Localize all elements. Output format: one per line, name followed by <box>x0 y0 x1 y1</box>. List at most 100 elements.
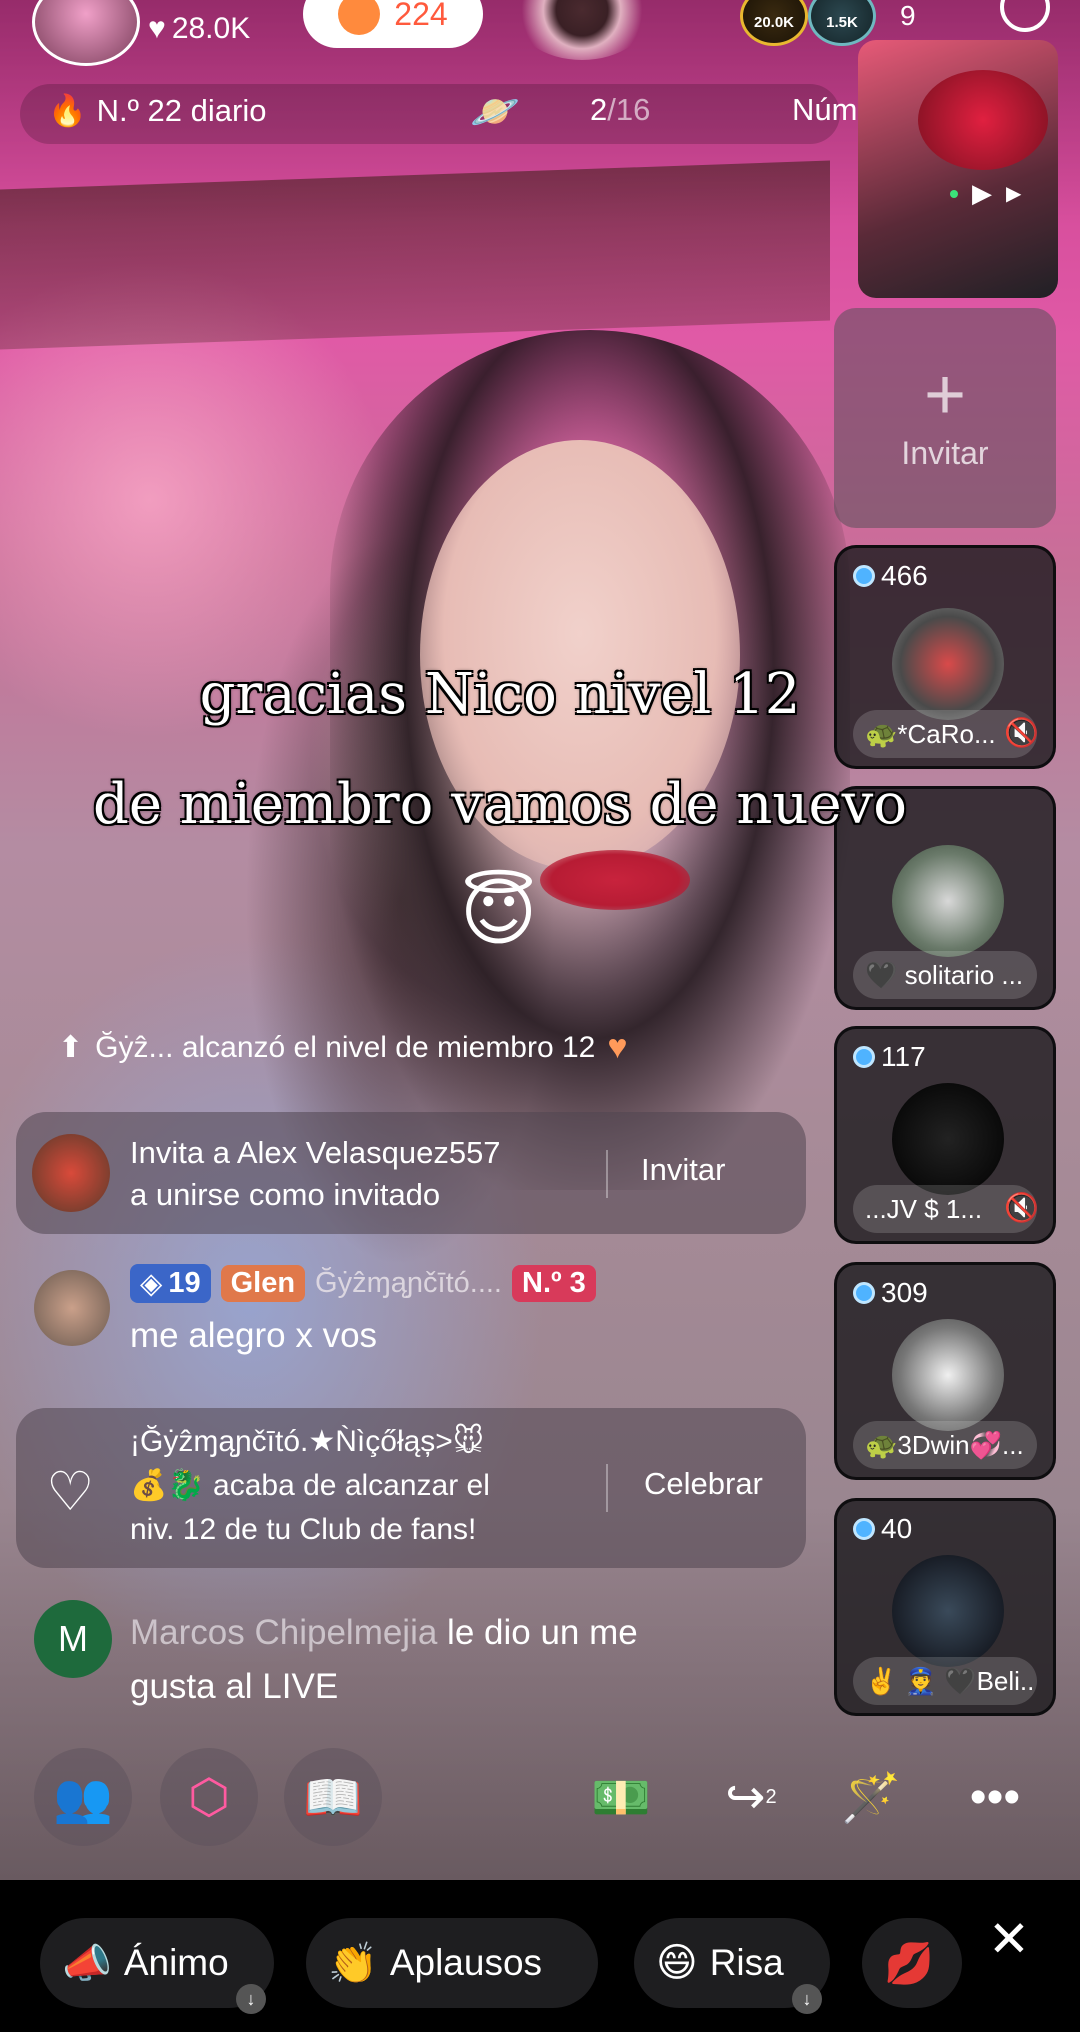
planet-icon[interactable]: 🪐 <box>470 88 520 135</box>
suggested-user-avatar[interactable] <box>32 1134 110 1212</box>
people-icon[interactable]: 👥 <box>34 1748 132 1846</box>
close-icon[interactable]: ✕ <box>988 1910 1030 1968</box>
daily-rank[interactable]: 🔥 N.º 22 diario <box>48 92 266 129</box>
page-current: 2 <box>590 92 608 127</box>
flame-icon: 🔥 <box>48 93 87 128</box>
magic-wand-icon[interactable]: 🪄 <box>822 1748 920 1846</box>
level-badge[interactable]: ◈ 19 <box>130 1264 211 1303</box>
fan-club-badge[interactable]: Glen <box>220 1265 306 1302</box>
top-viewer-badge-2[interactable]: 1.5K <box>808 0 876 46</box>
diamond-icon <box>853 565 875 587</box>
live-dot-icon <box>950 189 958 198</box>
guest-score-value: 117 <box>881 1041 926 1072</box>
chat-username[interactable]: Ğẏẑɱąɲčītó.... <box>315 1267 502 1300</box>
reaction-label: Risa <box>709 1942 784 1983</box>
action-row: 👥 ⬡ 📖 💵 ↪ 2 🪄 ••• <box>0 1748 1080 1848</box>
like-notice: Marcos Chipelmejia le dio un me gusta al… <box>130 1606 638 1714</box>
top-viewer-score-2: 1.5K <box>826 14 858 31</box>
mic-off-icon: 🔇 <box>1004 1192 1039 1223</box>
chat-meta: ◈ 19 Glen Ğẏẑɱąɲčītó.... N.º 3 <box>130 1264 596 1303</box>
pip-heart-decoration <box>918 70 1048 170</box>
guest-tile-4[interactable]: 309 🐢3Dwin💞... <box>834 1262 1056 1480</box>
rank-badge[interactable]: N.º 3 <box>512 1265 596 1302</box>
diamond-icon <box>853 1046 875 1068</box>
level-value: 19 <box>168 1267 201 1299</box>
like-user-avatar[interactable]: M <box>34 1600 112 1678</box>
fan-club-card: ♡ ¡Ğẏẑɱąɲčītó.★Ǹìçőłąș>🐭 💰🐉 acaba de alc… <box>16 1408 806 1568</box>
page-total: /16 <box>607 92 651 127</box>
play-icon[interactable]: ▶ <box>972 178 992 209</box>
decoration-eye <box>512 0 652 60</box>
fan-line-3: niv. 12 de tu Club de fans! <box>130 1513 477 1546</box>
megaphone-icon: 📣 <box>62 1941 112 1986</box>
guest-score: 40 <box>853 1513 912 1545</box>
picture-in-picture-preview[interactable] <box>858 40 1058 298</box>
reaction-chip-animo[interactable]: 📣 Ánimo ↓ <box>40 1918 274 2014</box>
divider <box>606 1464 608 1512</box>
power-icon[interactable] <box>1000 0 1050 32</box>
share-icon[interactable]: ↪ 2 <box>702 1748 800 1846</box>
level-up-text: Ğẏẑ... alcanzó el nivel de miembro 12 <box>95 1030 596 1064</box>
book-icon[interactable]: 📖 <box>284 1748 382 1846</box>
guest-score: 309 <box>853 1277 928 1309</box>
reaction-chip-risa[interactable]: 😄 Risa ↓ <box>634 1918 830 2014</box>
guest-score: 117 <box>853 1041 926 1073</box>
laughing-face-icon: 😄 <box>656 1941 698 1985</box>
level-up-notice: ⬆ Ğẏẑ... alcanzó el nivel de miembro 12 … <box>58 1028 628 1067</box>
likes-count: ♥ 28.0K <box>148 12 250 46</box>
host-avatar[interactable] <box>32 0 140 66</box>
guest-tile-3[interactable]: 117 ...JV $ 1... 🔇 <box>834 1026 1056 1244</box>
guest-score: 466 <box>853 560 928 592</box>
rank-badge-value: N.º 3 <box>522 1267 586 1299</box>
chat-user-avatar[interactable] <box>34 1270 110 1346</box>
invite-line-1: Invita a Alex Velasquez557 <box>130 1135 501 1170</box>
lips-icon: 💋 <box>884 1941 934 1986</box>
guest-avatar <box>892 1319 1004 1431</box>
likes-value: 28.0K <box>171 12 251 45</box>
reaction-label: Ánimo <box>123 1942 229 1983</box>
invite-suggestion-card: Invita a Alex Velasquez557 a unirse como… <box>16 1112 806 1234</box>
invite-line-2: a unirse como invitado <box>130 1177 441 1212</box>
download-icon: ↓ <box>236 1984 266 2014</box>
orange-gift-icon <box>338 0 381 35</box>
reaction-chip-aplausos[interactable]: 👏 Aplausos <box>306 1918 598 2008</box>
overlay-text-line2: de miembro vamos de nuevo <box>93 772 907 837</box>
guest-avatar <box>892 845 1004 957</box>
broken-heart-icon: ♡ <box>46 1462 95 1522</box>
guest-score-value: 40 <box>881 1513 913 1544</box>
guest-avatar <box>892 1083 1004 1195</box>
chat-message: me alegro x vos <box>130 1316 378 1355</box>
overlay-text-line1: gracias Nico nivel 12 <box>199 662 801 727</box>
fan-club-name: Glen <box>230 1267 296 1299</box>
guest-avatar <box>892 1555 1004 1667</box>
angel-emoji: 😇 <box>460 871 538 954</box>
download-icon: ↓ <box>792 1984 822 2014</box>
reaction-chip-more[interactable]: 💋 <box>862 1918 962 2008</box>
box-icon[interactable]: ⬡ <box>160 1748 258 1846</box>
invite-guest-tile[interactable]: + Invitar <box>834 308 1056 528</box>
divider <box>606 1150 608 1198</box>
celebrate-button[interactable]: Celebrar <box>644 1466 763 1502</box>
share-count: 2 <box>765 1785 777 1808</box>
guest-score-value: 466 <box>881 560 928 591</box>
guest-tile-5[interactable]: 40 ✌️ 👮 🖤Beli... <box>834 1498 1056 1716</box>
viewer-count[interactable]: 9 <box>900 0 916 32</box>
orange-heart-icon: ♥ <box>607 1028 628 1066</box>
fan-line-2: 💰🐉 acaba de alcanzar el <box>130 1469 490 1502</box>
money-icon[interactable]: 💵 <box>572 1748 670 1846</box>
reaction-label: Aplausos <box>389 1942 543 1983</box>
like-text: le dio un me <box>437 1613 638 1652</box>
page-indicator[interactable]: 2/16 <box>590 92 650 128</box>
invite-button[interactable]: Invitar <box>641 1152 725 1188</box>
more-icon[interactable]: ••• <box>946 1748 1044 1846</box>
expand-arrow-icon[interactable]: ▶ <box>1006 181 1021 206</box>
diamond-icon <box>853 1518 875 1540</box>
top-viewer-badge-1[interactable]: 20.0K <box>740 0 808 46</box>
score-value: 224 <box>394 0 448 32</box>
like-username[interactable]: Marcos Chipelmejia <box>130 1613 437 1652</box>
clapping-icon: 👏 <box>328 1941 378 1986</box>
pip-controls: ▶ ▶ <box>950 178 1021 209</box>
score-pill[interactable]: 224 <box>303 0 483 48</box>
diamond-icon: ◈ <box>140 1268 163 1300</box>
up-arrow-icon: ⬆ <box>58 1031 84 1064</box>
